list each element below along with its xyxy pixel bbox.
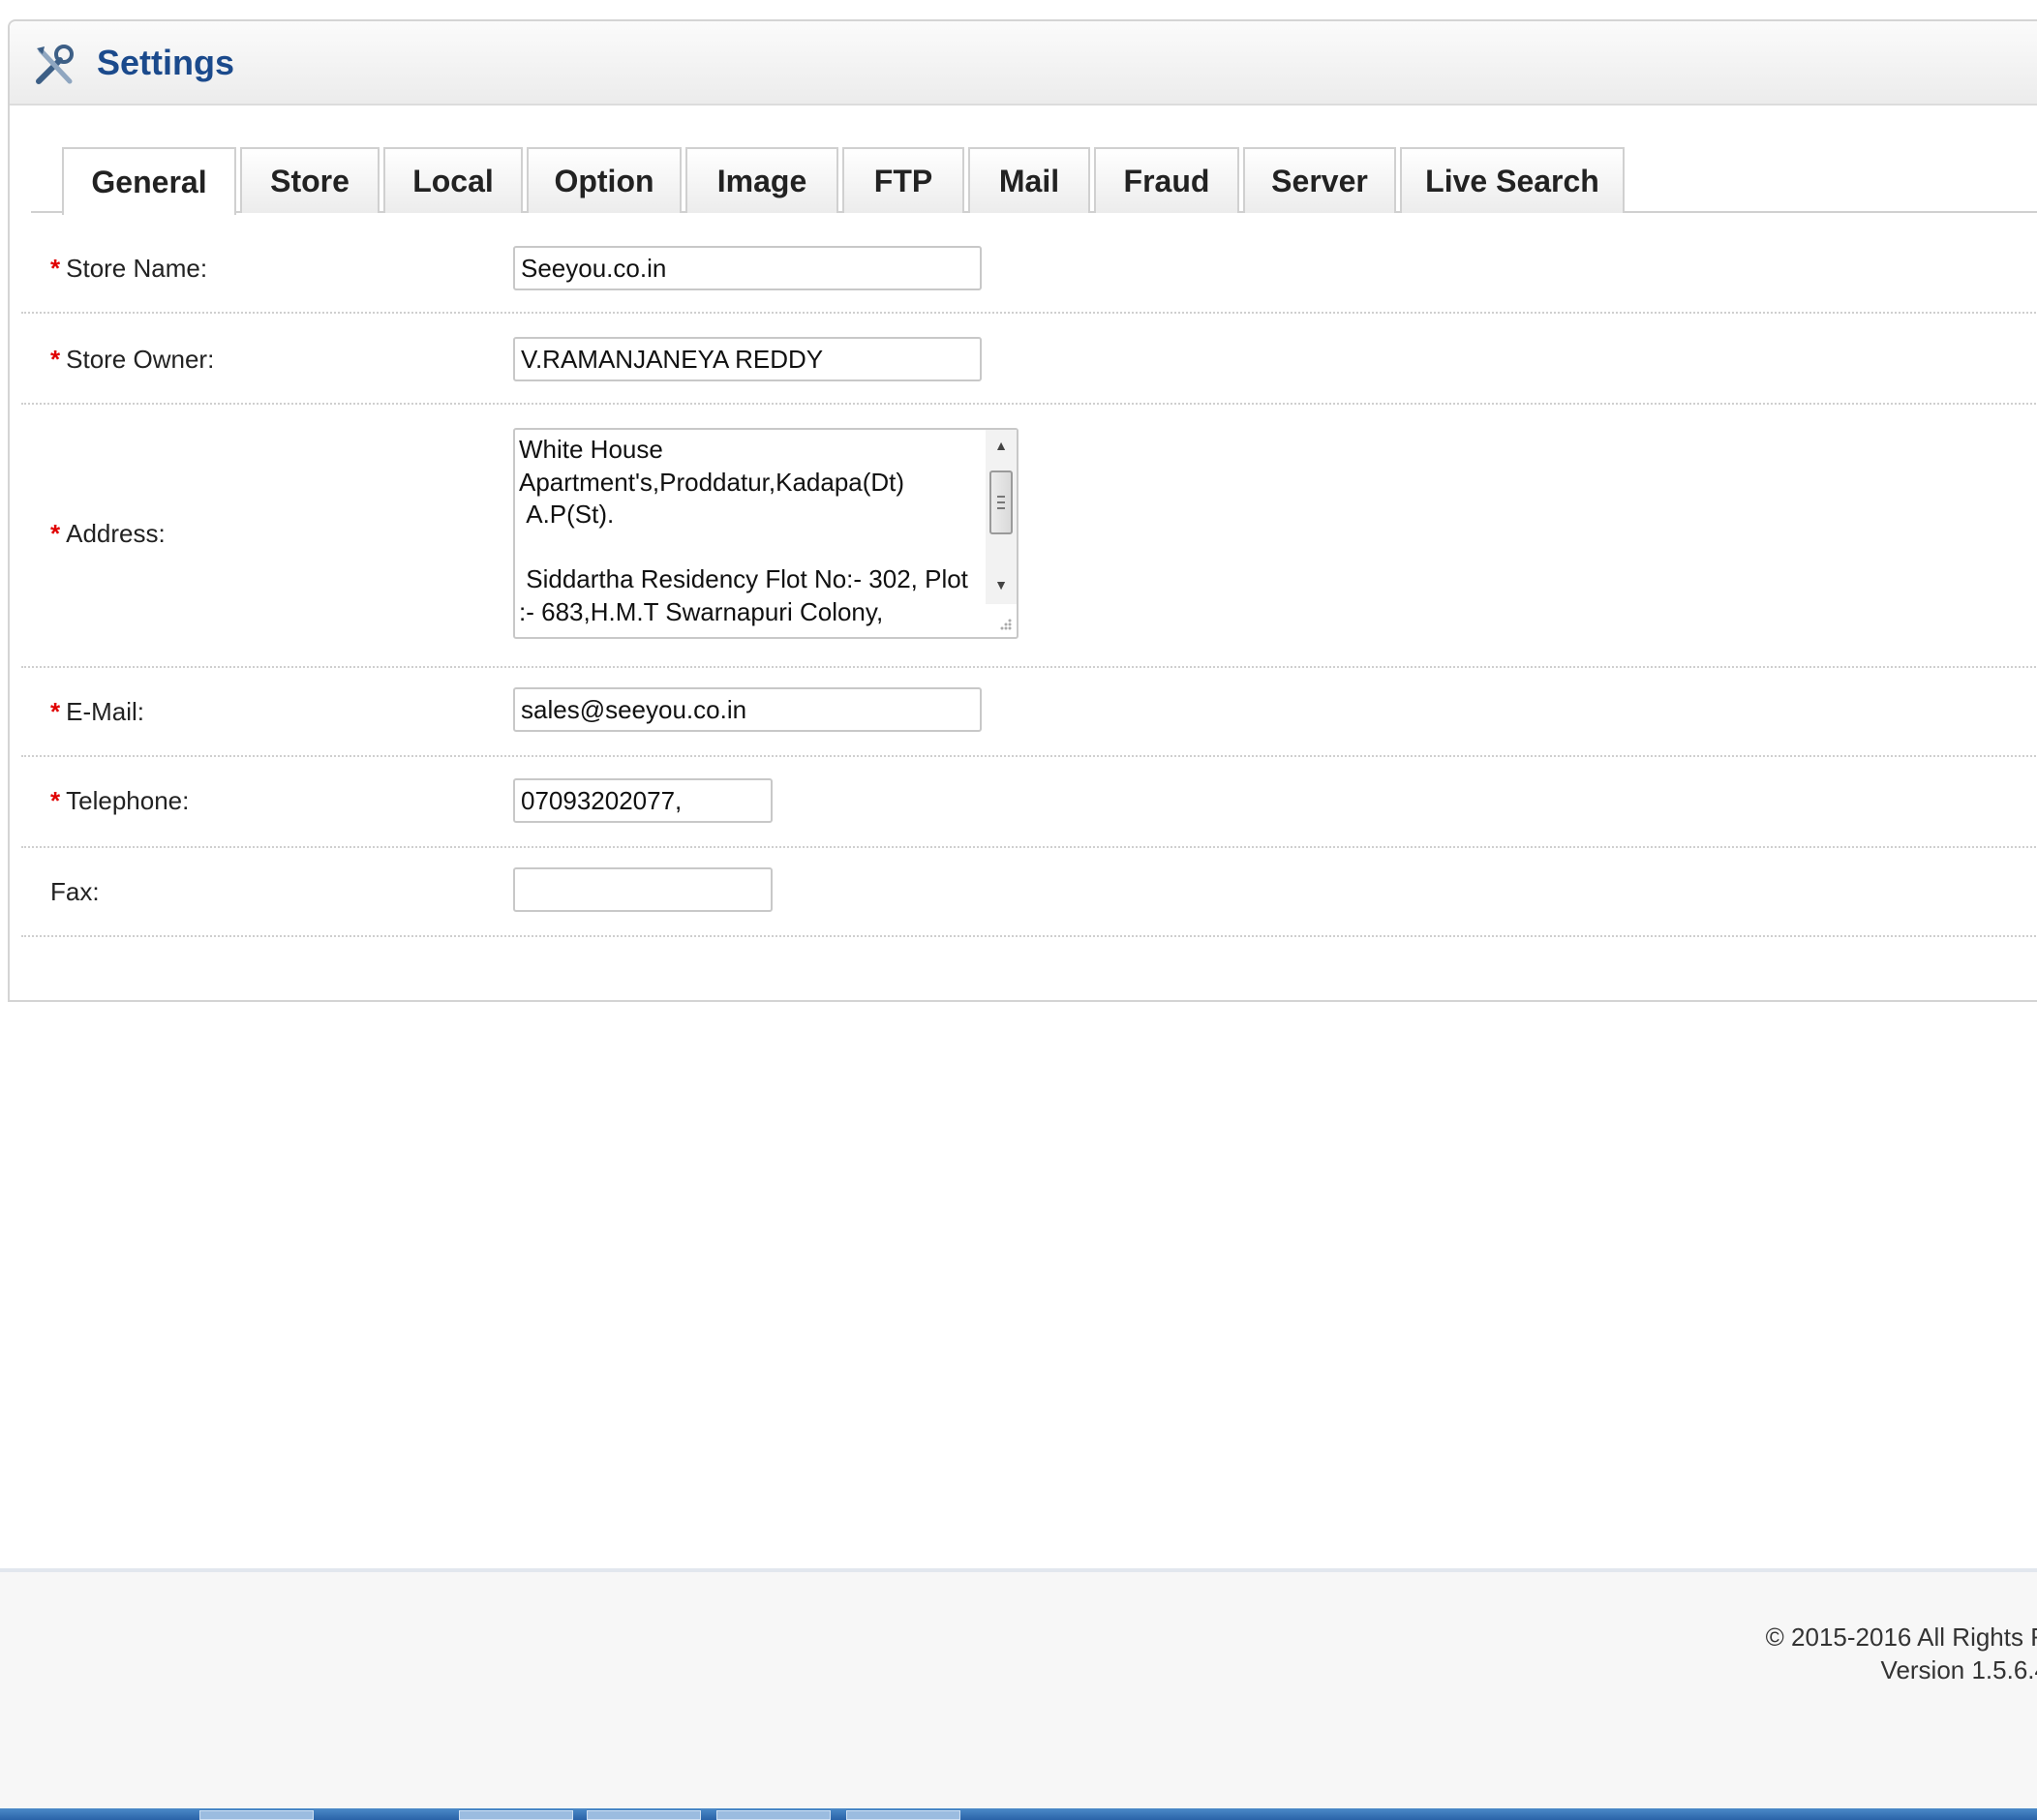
form-row-email: * E-Mail: [21,668,2037,757]
tab-option[interactable]: Option [527,147,682,213]
tab-fraud[interactable]: Fraud [1094,147,1239,213]
form-row-store-name: * Store Name: [21,221,2037,314]
taskbar-button[interactable] [846,1810,960,1820]
address-label: * Address: [50,519,166,549]
tab-store[interactable]: Store [240,147,380,213]
scroll-down-icon[interactable]: ▼ [986,571,1017,598]
required-marker: * [50,254,61,283]
tab-label: Option [554,163,654,198]
tab-label: General [91,164,207,199]
email-input[interactable] [513,687,982,732]
email-label: * E-Mail: [50,697,144,727]
label-text: Telephone: [66,786,190,815]
required-marker: * [50,519,61,548]
label-text: Store Name: [66,254,208,283]
required-marker: * [50,786,61,815]
label-text: Fax: [50,877,100,906]
scroll-up-icon[interactable]: ▲ [986,432,1017,459]
version-text: Version 1.5.6.4 [1880,1655,2037,1684]
tab-label: FTP [873,163,933,198]
tab-label: Server [1271,163,1368,198]
tab-label: Store [270,163,350,198]
tab-bar: General Store Local Option Image FTP Mai… [31,126,2037,215]
form-row-telephone: * Telephone: [21,757,2037,848]
label-text: Store Owner: [66,345,215,374]
store-owner-input[interactable] [513,337,982,381]
tab-mail[interactable]: Mail [968,147,1090,213]
taskbar-button[interactable] [587,1810,701,1820]
taskbar-button[interactable] [199,1810,314,1820]
label-text: Address: [66,519,166,548]
label-text: E-Mail: [66,697,145,726]
address-scrollbar[interactable]: ▲ ▼ [986,430,1017,604]
fax-input[interactable] [513,867,773,912]
tab-ftp[interactable]: FTP [842,147,964,213]
tools-icon [36,45,74,84]
store-owner-label: * Store Owner: [50,345,214,375]
address-text: White House Apartment's,Proddatur,Kadapa… [519,435,968,626]
resize-grip-icon[interactable] [994,615,1014,634]
tab-general[interactable]: General [62,147,236,215]
store-name-input[interactable] [513,246,982,290]
tab-image[interactable]: Image [685,147,838,213]
tab-live-search[interactable]: Live Search [1400,147,1625,213]
address-textarea[interactable]: White House Apartment's,Proddatur,Kadapa… [513,428,1018,639]
telephone-label: * Telephone: [50,786,189,816]
store-name-label: * Store Name: [50,254,207,284]
fax-label: Fax: [50,877,100,907]
page-title: Settings [97,43,235,82]
tab-label: Live Search [1425,163,1599,198]
taskbar-button[interactable] [459,1810,573,1820]
scroll-thumb[interactable] [989,470,1013,534]
form-row-address: * Address: [21,405,2037,668]
required-marker: * [50,697,61,726]
tab-server[interactable]: Server [1243,147,1396,213]
taskbar-button[interactable] [716,1810,831,1820]
telephone-input[interactable] [513,778,773,823]
tab-label: Local [412,163,494,198]
tab-label: Image [716,163,807,198]
tab-label: Fraud [1123,163,1210,198]
tab-label: Mail [998,163,1060,198]
form-row-store-owner: * Store Owner: [21,314,2037,405]
required-marker: * [50,345,61,374]
taskbar [0,1808,2037,1820]
form-row-fax: Fax: [21,848,2037,937]
footer: © 2015-2016 All Rights R Version 1.5.6.4 [0,1568,2037,1814]
tab-local[interactable]: Local [383,147,523,213]
copyright-text: © 2015-2016 All Rights R [1765,1623,2037,1652]
panel-header: Settings [10,21,2037,106]
